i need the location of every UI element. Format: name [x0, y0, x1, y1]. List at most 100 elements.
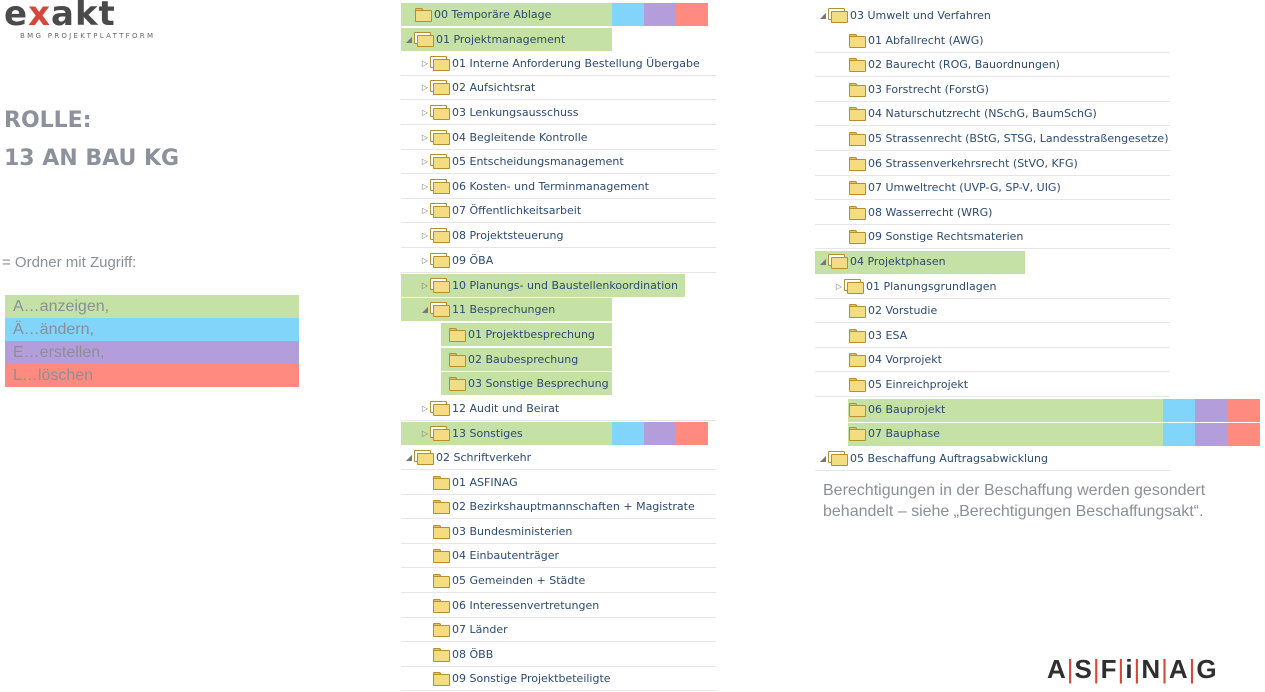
tree-item[interactable]: 00 Temporäre Ablage	[401, 3, 716, 27]
tree-item[interactable]: 01 Projektbesprechung	[401, 323, 716, 347]
folder-icon	[849, 304, 866, 318]
tree-item[interactable]: ▷ 01 Interne Anforderung Bestellung Überg…	[401, 52, 716, 76]
folder-icon	[849, 329, 866, 343]
tree-item[interactable]: 01 ASFINAG	[401, 471, 716, 495]
folder-icon	[849, 157, 866, 171]
logo-subtitle: BMG PROJEKTPLATTFORM	[20, 32, 156, 40]
folder-stack-icon	[430, 228, 450, 243]
tree-item[interactable]: 03 Sonstige Besprechung	[401, 372, 716, 396]
tree-item[interactable]: ▷ 02 Aufsichtsrat	[401, 76, 716, 100]
folder-icon	[849, 58, 866, 72]
tree-item[interactable]: 07 Länder	[401, 618, 716, 642]
tree-item[interactable]: ◢ 04 Projektphasen	[815, 250, 1170, 274]
folder-stack-icon	[430, 426, 450, 441]
tree-item[interactable]: 06 Strassenverkehrsrecht (StVO, KFG)	[815, 152, 1170, 176]
folder-icon	[449, 353, 466, 367]
folder-stack-icon	[414, 32, 434, 47]
tree-item[interactable]: ▷ 10 Planungs- und Baustellenkoordination	[401, 274, 716, 298]
tree-item[interactable]: 03 ESA	[815, 324, 1170, 348]
folder-stack-icon	[828, 254, 848, 269]
tree-item[interactable]: 05 Gemeinden + Städte	[401, 569, 716, 593]
folder-stack-icon	[430, 278, 450, 293]
folder-icon	[849, 206, 866, 220]
tree-item[interactable]: ◢ 01 Projektmanagement	[401, 28, 716, 52]
tree-item[interactable]: 09 Sonstige Projektbeteiligte	[401, 667, 716, 691]
folder-stack-icon	[430, 179, 450, 194]
folder-stack-icon	[414, 450, 434, 465]
asfinag-logo: A|S|F|i|N|A|G	[1047, 654, 1217, 684]
tree-item[interactable]: ▷ 05 Entscheidungsmanagement	[401, 150, 716, 174]
access-label: = Ordner mit Zugriff:	[2, 254, 137, 271]
tree-item[interactable]: 04 Naturschutzrecht (NSchG, BaumSchG)	[815, 102, 1170, 126]
folder-icon	[849, 83, 866, 97]
tree-item[interactable]: ▷ 01 Planungsgrundlagen	[815, 275, 1170, 299]
tree-item[interactable]: ◢ 02 Schriftverkehr	[401, 446, 716, 470]
role-name: 13 AN BAU KG	[4, 146, 180, 171]
tree-item[interactable]: ◢ 03 Umwelt und Verfahren	[815, 4, 1170, 28]
tree-item[interactable]: 07 Bauphase	[815, 422, 1170, 446]
folder-icon	[433, 574, 450, 588]
folder-icon	[433, 648, 450, 662]
role-label: ROLLE:	[4, 108, 92, 133]
legend-aendern: Ä…ändern,	[5, 318, 299, 341]
tree-item[interactable]: 02 Vorstudie	[815, 299, 1170, 323]
folder-icon	[849, 378, 866, 392]
folder-stack-icon	[844, 279, 864, 294]
perm-bar-loeschen	[1227, 423, 1260, 446]
logo-wordmark: exakt	[4, 0, 116, 34]
tree-item[interactable]: 02 Bezirkshauptmannschaften + Magistrate	[401, 495, 716, 519]
tree-item[interactable]: 03 Forstrecht (ForstG)	[815, 78, 1170, 102]
tree-item[interactable]: ▷ 07 Öffentlichkeitsarbeit	[401, 199, 716, 223]
folder-icon	[849, 403, 866, 417]
tree-item[interactable]: ▷ 12 Audit und Beirat	[401, 397, 716, 421]
folder-icon	[849, 353, 866, 367]
tree-item[interactable]: 02 Baurecht (ROG, Bauordnungen)	[815, 53, 1170, 77]
folder-icon	[433, 623, 450, 637]
permission-legend: A…anzeigen, Ä…ändern, E…erstellen, L…lös…	[5, 295, 299, 387]
folder-icon	[849, 427, 866, 441]
tree-item[interactable]: 08 ÖBB	[401, 643, 716, 667]
tree-item[interactable]: 08 Wasserrecht (WRG)	[815, 201, 1170, 225]
folder-stack-icon	[430, 56, 450, 71]
folder-stack-icon	[430, 203, 450, 218]
tree-item[interactable]: 05 Einreichprojekt	[815, 373, 1170, 397]
tree-item[interactable]: ▷ 06 Kosten- und Terminmanagement	[401, 175, 716, 199]
tree-item[interactable]: 01 Abfallrecht (AWG)	[815, 29, 1170, 53]
tree-item[interactable]: 06 Interessenvertretungen	[401, 594, 716, 618]
tree-item[interactable]: 06 Bauprojekt	[815, 398, 1170, 422]
tree-item[interactable]: ▷ 09 ÖBA	[401, 249, 716, 273]
tree-item[interactable]: ▷ 04 Begleitende Kontrolle	[401, 126, 716, 150]
tree-item[interactable]: ◢ 11 Besprechungen	[401, 298, 716, 322]
tree-item[interactable]: 04 Vorprojekt	[815, 348, 1170, 372]
tree-item[interactable]: ▷ 13 Sonstiges	[401, 422, 716, 446]
tree-item[interactable]: 07 Umweltrecht (UVP-G, SP-V, UIG)	[815, 176, 1170, 200]
perm-bar-erstellen	[1195, 423, 1227, 446]
tree-item[interactable]: 03 Bundesministerien	[401, 520, 716, 544]
folder-icon	[433, 525, 450, 539]
legend-erstellen: E…erstellen,	[5, 341, 299, 364]
tree-item[interactable]: ▷ 08 Projektsteuerung	[401, 224, 716, 248]
folder-stack-icon	[430, 401, 450, 416]
tree-item[interactable]: 09 Sonstige Rechtsmaterien	[815, 225, 1170, 249]
folder-icon	[433, 672, 450, 686]
folder-icon	[449, 328, 466, 342]
tree-item[interactable]: 04 Einbautenträger	[401, 544, 716, 568]
folder-icon	[433, 476, 450, 490]
folder-stack-icon	[430, 105, 450, 120]
tree-item[interactable]: 02 Baubesprechung	[401, 348, 716, 372]
folder-stack-icon	[828, 8, 848, 23]
folder-stack-icon	[430, 154, 450, 169]
perm-bar-loeschen	[1227, 399, 1260, 422]
tree-item[interactable]: ▷ 03 Lenkungsausschuss	[401, 101, 716, 125]
procurement-note: Berechtigungen in der Beschaffung werden…	[823, 482, 1206, 520]
folder-icon	[433, 500, 450, 514]
perm-bar-erstellen	[1195, 399, 1227, 422]
folder-stack-icon	[430, 302, 450, 317]
tree-item[interactable]: ◢ 05 Beschaffung Auftragsabwicklung	[815, 447, 1170, 471]
folder-icon	[849, 132, 866, 146]
folder-stack-icon	[828, 451, 848, 466]
legend-loeschen: L…löschen	[5, 364, 299, 387]
folder-icon	[849, 34, 866, 48]
folder-icon	[849, 230, 866, 244]
tree-item[interactable]: 05 Strassenrecht (BStG, STSG, Landesstra…	[815, 127, 1170, 151]
